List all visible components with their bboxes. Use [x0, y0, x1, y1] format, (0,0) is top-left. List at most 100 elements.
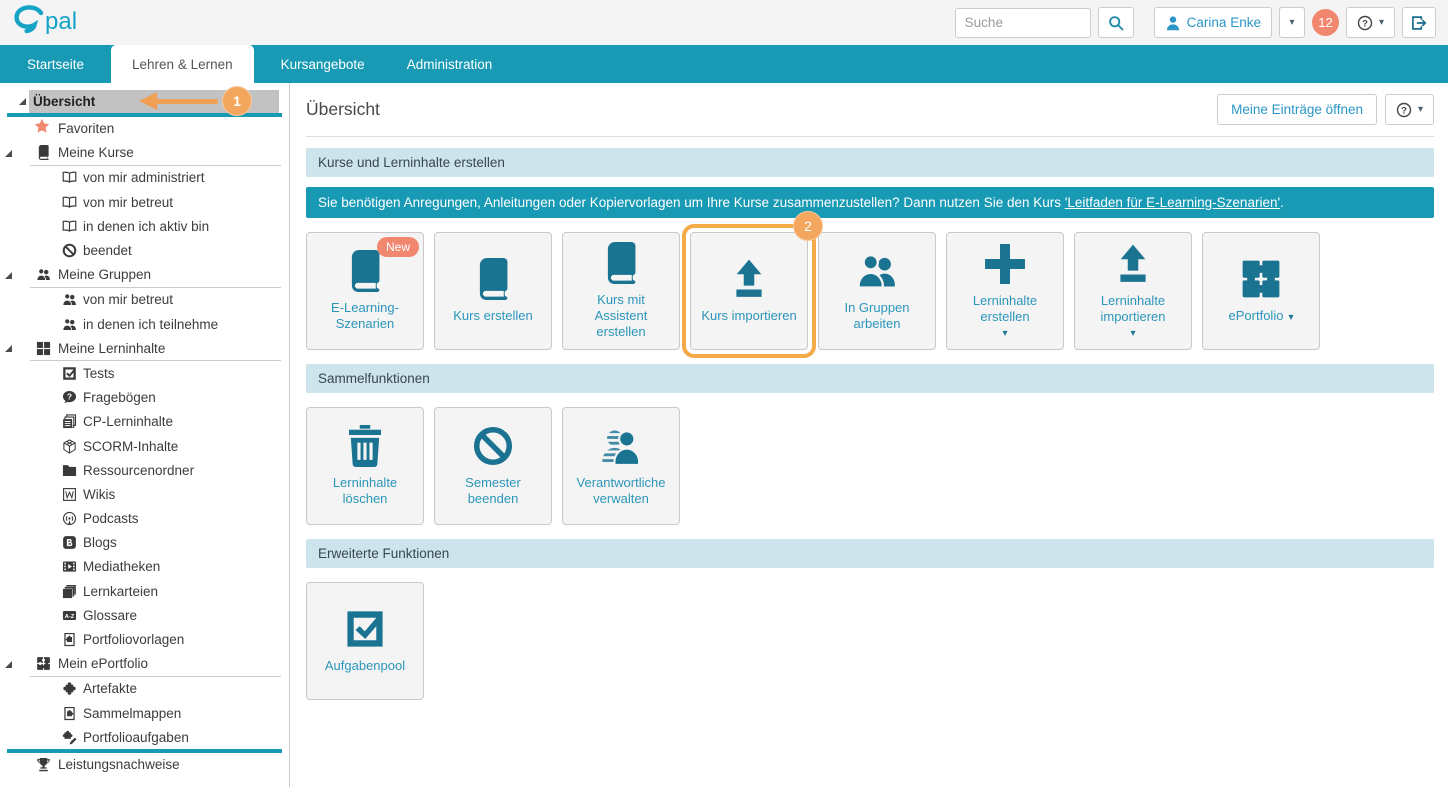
- sidebar-item-wikis[interactable]: Wikis: [0, 482, 289, 506]
- user-menu-button[interactable]: Carina Enke: [1154, 7, 1272, 38]
- tile-lerninhalte-loschen[interactable]: Lerninhalte löschen: [306, 407, 424, 525]
- page-title: Übersicht: [306, 99, 380, 120]
- chevron-down-icon: ▾: [1130, 329, 1135, 339]
- sidebar-tree: Übersicht1 Favoriten Meine Kursevon mir ad…: [0, 83, 290, 787]
- sidebar-item-fragebogen[interactable]: ?Fragebögen: [0, 386, 289, 410]
- tile-lerninhalte-erstellen[interactable]: Lerninhalte erstellen▾: [946, 232, 1064, 350]
- page-help-button[interactable]: ? ▾: [1385, 94, 1434, 125]
- sidebar-item-von-mir-betreut[interactable]: von mir betreut: [0, 288, 289, 312]
- sidebar-item-scorm-inhalte[interactable]: SCORM-Inhalte: [0, 434, 289, 458]
- sidebar-item-lernkarteien[interactable]: Lernkarteien: [0, 579, 289, 603]
- sidebar-item-meine-kurse[interactable]: Meine Kurse: [0, 141, 289, 165]
- top-header: pal Carina Enke ▾ 12 ? ▾: [0, 0, 1448, 45]
- open-book-icon: [62, 170, 77, 185]
- main-content: Übersicht Meine Einträge öffnen ? ▾ Kurs…: [290, 83, 1448, 787]
- tile-verantwortliche-verwalten[interactable]: Verantwortliche verwalten: [562, 407, 680, 525]
- sidebar-item-mein-eportfolio[interactable]: Mein ePortfolio: [0, 652, 289, 676]
- tile-semester-beenden[interactable]: Semester beenden: [434, 407, 552, 525]
- sidebar-item-sammelmappen[interactable]: Sammelmappen: [0, 701, 289, 725]
- notification-badge[interactable]: 12: [1312, 9, 1339, 36]
- sidebar-item-portfoliovorlagen[interactable]: Portfoliovorlagen: [0, 627, 289, 651]
- annotation-badge-1: 1: [222, 86, 252, 116]
- main-navbar: StartseiteLehren & LernenKursangeboteAdm…: [0, 45, 1448, 83]
- tree-expander-icon[interactable]: [5, 272, 12, 279]
- sidebar-item-glossare[interactable]: A-ZGlossare: [0, 603, 289, 627]
- sidebar-item-portfolioaufgaben[interactable]: Portfolioaufgaben: [0, 725, 289, 749]
- tile-aufgabenpool[interactable]: Aufgabenpool: [306, 582, 424, 700]
- tile-label: Lerninhalte löschen: [307, 475, 423, 508]
- tab-administration[interactable]: Administration: [386, 45, 514, 83]
- sidebar-item-label: Tests: [83, 366, 115, 381]
- tree-expander-icon[interactable]: [19, 98, 26, 105]
- sidebar-item-ubersicht[interactable]: Übersicht1: [0, 90, 289, 113]
- tile-kurs-importieren[interactable]: Kurs importieren2: [690, 232, 808, 350]
- sidebar-item-blogs[interactable]: Blogs: [0, 531, 289, 555]
- opal-logo[interactable]: pal: [14, 5, 106, 41]
- sidebar-item-von-mir-administriert[interactable]: von mir administriert: [0, 166, 289, 190]
- tile-label: Kurs erstellen: [446, 308, 539, 324]
- sidebar-item-label: Mediatheken: [83, 559, 160, 574]
- book-icon: [36, 145, 51, 160]
- wiki-icon: [62, 487, 77, 502]
- open-book-icon: [62, 219, 77, 234]
- sidebar-item-label: von mir betreut: [83, 195, 173, 210]
- tree-expander-icon[interactable]: [5, 345, 12, 352]
- plus-icon: [984, 243, 1026, 285]
- help-button[interactable]: ? ▾: [1346, 7, 1395, 38]
- sidebar-item-meine-lerninhalte[interactable]: Meine Lerninhalte: [0, 336, 289, 360]
- tile-label: Semester beenden: [435, 475, 551, 508]
- tile-in-gruppen-arbeiten[interactable]: In Gruppen arbeiten: [818, 232, 936, 350]
- banner-text-suffix: .: [1280, 195, 1284, 210]
- sidebar-item-label: Favoriten: [58, 121, 114, 136]
- sidebar-item-artefakte[interactable]: Artefakte: [0, 677, 289, 701]
- tab-startseite[interactable]: Startseite: [6, 45, 105, 83]
- sidebar-item-von-mir-betreut[interactable]: von mir betreut: [0, 190, 289, 214]
- tile-row: Aufgabenpool: [306, 582, 1434, 700]
- tile-eportfolio[interactable]: ePortfolio▾: [1202, 232, 1320, 350]
- tab-lehren-lernen[interactable]: Lehren & Lernen: [111, 45, 254, 83]
- tile-label: Verantwortliche verwalten: [563, 475, 679, 508]
- sidebar-item-beendet[interactable]: beendet: [0, 238, 289, 262]
- sidebar-item-cp-lerninhalte[interactable]: CP-Lerninhalte: [0, 410, 289, 434]
- tile-lerninhalte-importieren[interactable]: Lerninhalte importieren▾: [1074, 232, 1192, 350]
- sidebar-item-mediatheken[interactable]: Mediatheken: [0, 555, 289, 579]
- open-my-entries-button[interactable]: Meine Einträge öffnen: [1217, 94, 1377, 125]
- sidebar-item-label: in denen ich teilnehme: [83, 317, 218, 332]
- tab-kursangebote[interactable]: Kursangebote: [260, 45, 386, 83]
- sidebar-item-meine-gruppen[interactable]: Meine Gruppen: [0, 263, 289, 287]
- tree-expander-icon[interactable]: [5, 150, 12, 157]
- annotation-arrow-head: [139, 92, 157, 110]
- tile-kurs-mit-assistent-erstellen[interactable]: Kurs mit Assistent erstellen: [562, 232, 680, 350]
- search-button[interactable]: [1098, 7, 1134, 38]
- podcast-icon: [62, 511, 77, 526]
- tree-expander-icon[interactable]: [5, 661, 12, 668]
- search-input[interactable]: [955, 8, 1091, 38]
- sidebar-item-label: Artefakte: [83, 681, 137, 696]
- sidebar-item-label: Glossare: [83, 608, 137, 623]
- tile-label: Lerninhalte erstellen: [947, 293, 1063, 326]
- banner-link[interactable]: 'Leitfaden für E-Learning-Szenarien': [1065, 195, 1280, 210]
- trash-icon: [344, 425, 386, 467]
- sidebar-item-in-denen-ich-aktiv-bin[interactable]: in denen ich aktiv bin: [0, 214, 289, 238]
- sidebar-item-ressourcenordner[interactable]: Ressourcenordner: [0, 458, 289, 482]
- logout-button[interactable]: [1402, 7, 1436, 38]
- sidebar-item-tests[interactable]: Tests: [0, 361, 289, 385]
- sidebar-item-in-denen-ich-teilnehme[interactable]: in denen ich teilnehme: [0, 312, 289, 336]
- sidebar-item-favoriten[interactable]: Favoriten: [0, 117, 289, 141]
- sidebar-item-leistungsnachweise[interactable]: Leistungsnachweise: [0, 753, 289, 777]
- trophy-icon: [36, 757, 51, 772]
- sidebar-item-podcasts[interactable]: Podcasts: [0, 507, 289, 531]
- sidebar-item-label: von mir betreut: [83, 292, 173, 307]
- tile-label: Kurs importieren: [694, 308, 803, 324]
- chevron-down-icon: ▾: [1288, 312, 1293, 323]
- user-name: Carina Enke: [1187, 15, 1261, 30]
- tile-label: E-Learning-Szenarien: [307, 300, 423, 333]
- tile-kurs-erstellen[interactable]: Kurs erstellen: [434, 232, 552, 350]
- tile-label: Aufgabenpool: [318, 658, 412, 674]
- tile-e-learning-szenarien[interactable]: E-Learning-Szenarien New: [306, 232, 424, 350]
- folder-icon: [62, 463, 77, 478]
- ban-icon: [62, 243, 77, 258]
- user-menu-caret-button[interactable]: ▾: [1279, 7, 1305, 38]
- book-icon: [344, 250, 386, 292]
- new-badge: New: [377, 237, 419, 257]
